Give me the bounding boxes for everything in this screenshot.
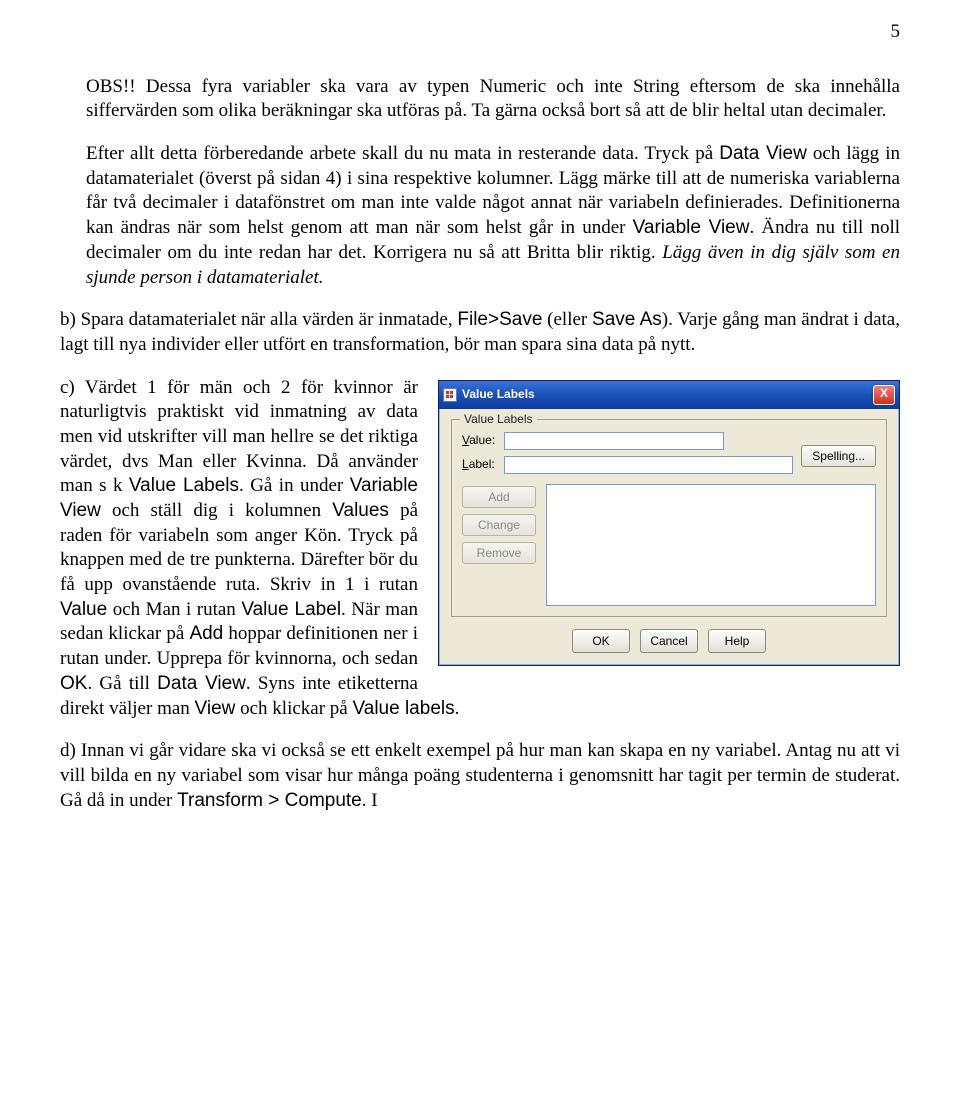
text: och Man i rutan [107,599,241,620]
paragraph-1: OBS!! Dessa fyra variabler ska vara av t… [60,75,900,124]
ui-term-data-view: Data View [157,673,246,694]
remove-button[interactable]: Remove [462,542,536,564]
text: och ställ dig i kolumnen [101,500,332,521]
ui-term-values: Values [332,500,389,521]
dialog-title: Value Labels [462,387,873,403]
ui-term-view: View [195,698,236,719]
text: b) Spara datamaterialet när alla värden … [60,309,457,330]
text: och klickar på [235,698,352,719]
ui-term-value-labels-lc: Value labels [353,698,455,719]
ui-term-save-as: Save As [592,309,662,330]
text: . I [362,790,378,811]
labels-listbox[interactable] [546,484,876,606]
cancel-button[interactable]: Cancel [640,629,698,653]
help-button[interactable]: Help [708,629,766,653]
value-field-label: Value: [462,433,504,449]
value-labels-dialog-screenshot: Value Labels X Value Labels Value: [438,380,900,666]
ui-term-add: Add [189,623,223,644]
value-labels-groupbox: Value Labels Value: Label: [451,419,887,617]
value-input[interactable] [504,432,724,450]
ui-term-ok: OK [60,673,87,694]
label-field-label: Label: [462,457,504,473]
paragraph-5: d) Innan vi går vidare ska vi också se e… [60,739,900,813]
text: . Gå till [87,673,157,694]
ui-term-value: Value [60,599,107,620]
dialog-titlebar: Value Labels X [439,381,899,409]
ui-term-file-save: File>Save [457,309,542,330]
text: OBS!! Dessa fyra variabler ska vara av t… [86,76,900,122]
paragraph-4-block: Value Labels X Value Labels Value: [60,376,900,740]
change-button[interactable]: Change [462,514,536,536]
ui-term-data-view: Data View [719,143,807,164]
groupbox-label: Value Labels [460,412,537,428]
ui-term-variable-view: Variable View [633,217,750,238]
text: (eller [542,309,592,330]
ok-button[interactable]: OK [572,629,630,653]
ui-term-transform-compute: Transform > Compute [177,790,362,811]
label-input[interactable] [504,456,793,474]
paragraph-3: b) Spara datamaterialet när alla värden … [60,308,900,357]
add-button[interactable]: Add [462,486,536,508]
text: Efter allt detta förberedande arbete ska… [86,143,719,164]
text: . [455,698,460,719]
paragraph-2: Efter allt detta förberedande arbete ska… [60,142,900,290]
ui-term-value-labels: Value Labels [129,475,239,496]
page-number: 5 [60,20,900,45]
text: . Gå in under [239,475,350,496]
close-button[interactable]: X [873,385,895,405]
app-icon [443,388,457,402]
ui-term-value-label: Value Label [241,599,341,620]
spelling-button[interactable]: Spelling... [801,445,876,467]
